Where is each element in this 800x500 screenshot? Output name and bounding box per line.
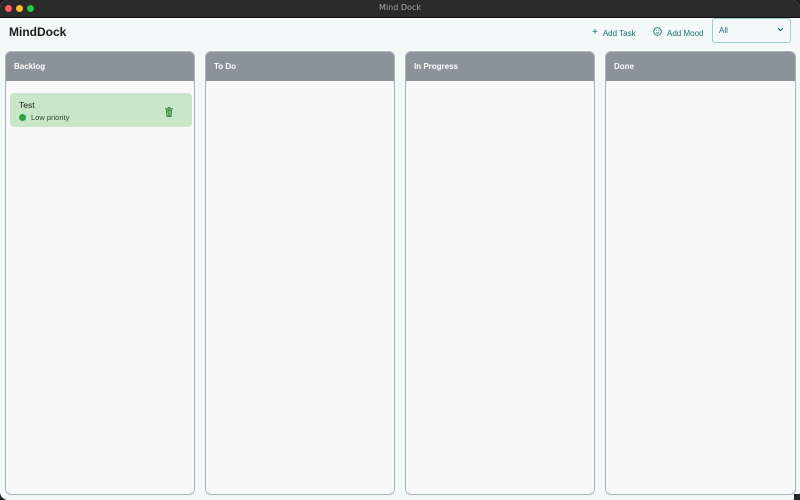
column-to-do[interactable]: To Do <box>205 51 395 495</box>
add-task-button[interactable]: + Add Task <box>592 27 636 39</box>
smiley-icon <box>653 27 662 39</box>
app-window: Mind Dock MindDock + Add Task Add Mood A… <box>0 0 800 500</box>
chevron-down-icon <box>777 26 784 35</box>
column-in-progress[interactable]: In Progress <box>405 51 595 495</box>
plus-icon: + <box>592 27 598 38</box>
add-mood-button[interactable]: Add Mood <box>653 27 703 39</box>
window-title: Mind Dock <box>379 3 421 12</box>
title-bar[interactable]: Mind Dock <box>0 0 800 18</box>
trash-icon <box>165 104 173 121</box>
filter-value: All <box>719 26 728 35</box>
task-card[interactable]: Test Low priority <box>10 93 192 127</box>
column-done[interactable]: Done <box>605 51 796 495</box>
resize-handle[interactable] <box>794 494 800 500</box>
app-title: MindDock <box>9 25 67 39</box>
add-mood-label: Add Mood <box>667 28 704 38</box>
column-header-in-progress: In Progress <box>406 52 594 81</box>
add-task-label: Add Task <box>602 28 636 38</box>
column-header-backlog: Backlog <box>6 52 194 81</box>
task-title: Test <box>19 100 35 110</box>
app-header: MindDock + Add Task Add Mood All <box>0 18 800 48</box>
task-priority: Low priority <box>19 113 69 122</box>
priority-dot-icon <box>19 114 26 121</box>
column-header-to-do: To Do <box>206 52 394 81</box>
column-backlog[interactable]: Backlog Test Low priority <box>5 51 195 495</box>
column-header-done: Done <box>606 52 795 81</box>
filter-select[interactable]: All <box>712 18 791 43</box>
delete-task-button[interactable] <box>165 104 173 117</box>
task-priority-label: Low priority <box>31 113 70 122</box>
